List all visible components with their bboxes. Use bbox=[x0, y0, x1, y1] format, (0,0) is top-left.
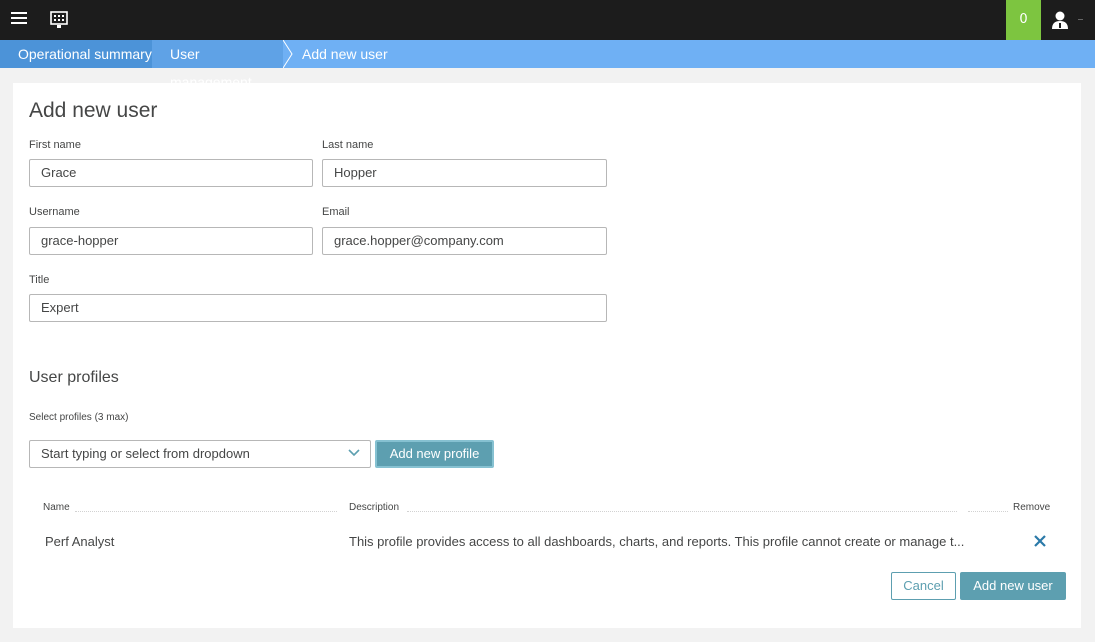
chevron-down-icon bbox=[348, 449, 360, 457]
email-input[interactable] bbox=[334, 228, 595, 254]
table-header-remove: Remove bbox=[1013, 502, 1051, 513]
form-card: Add new user First name Last name Userna… bbox=[13, 83, 1081, 628]
notification-badge[interactable]: 0 bbox=[1006, 0, 1041, 40]
add-new-user-button[interactable]: Add new user bbox=[960, 572, 1066, 600]
add-new-profile-button[interactable]: Add new profile bbox=[375, 440, 494, 468]
profile-select-placeholder: Start typing or select from dropdown bbox=[41, 446, 250, 461]
header-divider bbox=[75, 511, 337, 512]
breadcrumb-item-operational-summary[interactable]: Operational summary bbox=[0, 40, 152, 68]
email-field[interactable] bbox=[322, 227, 607, 255]
header-divider bbox=[407, 511, 957, 512]
title-input[interactable] bbox=[41, 295, 595, 321]
username-input[interactable] bbox=[41, 228, 301, 254]
username-field[interactable] bbox=[29, 227, 313, 255]
header-divider bbox=[968, 511, 1008, 512]
first-name-field[interactable] bbox=[29, 159, 313, 187]
user-icon bbox=[1052, 11, 1068, 29]
table-header-name: Name bbox=[43, 502, 70, 513]
top-bar: 0 bbox=[0, 0, 1095, 40]
user-profiles-heading: User profiles bbox=[29, 369, 119, 386]
menu-icon[interactable] bbox=[11, 12, 27, 28]
profile-name-cell: Perf Analyst bbox=[45, 534, 115, 549]
profile-description-cell: This profile provides access to all dash… bbox=[349, 534, 965, 549]
first-name-input[interactable] bbox=[41, 160, 301, 186]
caret-icon bbox=[1078, 19, 1083, 20]
remove-profile-icon[interactable] bbox=[1033, 534, 1047, 548]
last-name-label: Last name bbox=[322, 139, 374, 151]
last-name-input[interactable] bbox=[334, 160, 595, 186]
profile-select[interactable]: Start typing or select from dropdown bbox=[29, 440, 371, 468]
username-label: Username bbox=[29, 206, 80, 218]
first-name-label: First name bbox=[29, 139, 81, 151]
page-title: Add new user bbox=[29, 99, 158, 122]
title-label: Title bbox=[29, 274, 50, 286]
table-header-description: Description bbox=[349, 502, 400, 513]
user-menu[interactable] bbox=[1048, 10, 1083, 30]
last-name-field[interactable] bbox=[322, 159, 607, 187]
breadcrumb-item-add-new-user: Add new user bbox=[302, 46, 388, 62]
cancel-button[interactable]: Cancel bbox=[891, 572, 956, 600]
title-field[interactable] bbox=[29, 294, 607, 322]
select-profiles-label: Select profiles (3 max) bbox=[29, 412, 129, 423]
monitor-icon[interactable] bbox=[50, 11, 68, 29]
breadcrumb-item-user-management[interactable]: User management bbox=[152, 40, 283, 90]
breadcrumb: Operational summary User management Add … bbox=[0, 40, 1095, 90]
email-label: Email bbox=[322, 206, 350, 218]
